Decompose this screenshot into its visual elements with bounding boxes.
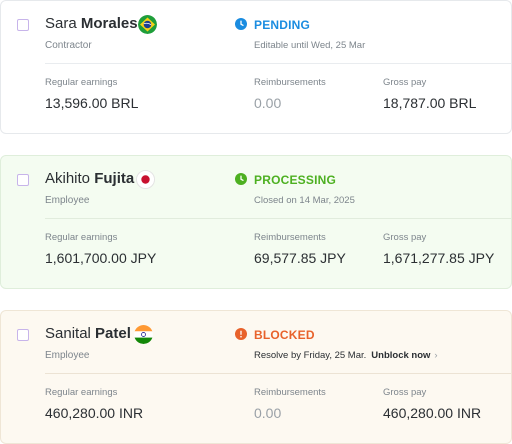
employee-role: Employee	[45, 350, 90, 361]
unblock-now-link[interactable]: Unblock now	[371, 350, 430, 361]
status-detail: Editable until Wed, 25 Mar	[254, 40, 366, 51]
regular-earnings-value: 13,596.00 BRL	[45, 95, 139, 111]
payroll-card: Akihito Fujita Employee PROCESSING Close…	[0, 155, 512, 289]
status-badge: PROCESSING	[254, 173, 337, 187]
divider	[45, 63, 511, 64]
clock-icon	[235, 18, 247, 30]
employee-name: Akihito Fujita	[45, 170, 135, 187]
gross-pay-value: 18,787.00 BRL	[383, 95, 477, 111]
brazil-flag-icon	[138, 15, 157, 34]
employee-name: Sanital Patel	[45, 325, 131, 342]
clock-icon	[235, 173, 247, 185]
india-flag-icon	[134, 325, 153, 344]
gross-pay-label: Gross pay	[383, 232, 427, 243]
alert-icon	[235, 328, 247, 340]
employee-role: Contractor	[45, 40, 92, 51]
regular-earnings-label: Regular earnings	[45, 387, 118, 398]
reimbursements-label: Reimbursements	[254, 232, 326, 243]
select-checkbox[interactable]	[17, 329, 29, 341]
gross-pay-label: Gross pay	[383, 387, 427, 398]
status-badge: PENDING	[254, 18, 311, 32]
reimbursements-label: Reimbursements	[254, 77, 326, 88]
reimbursements-value: 0.00	[254, 95, 282, 111]
regular-earnings-value: 1,601,700.00 JPY	[45, 250, 157, 266]
reimbursements-label: Reimbursements	[254, 387, 326, 398]
reimbursements-value: 0.00	[254, 405, 282, 421]
payroll-card: Sara Morales Contractor PENDING Editable…	[0, 0, 512, 134]
gross-pay-value: 1,671,277.85 JPY	[383, 250, 495, 266]
divider	[45, 373, 511, 374]
employee-role: Employee	[45, 195, 90, 206]
regular-earnings-label: Regular earnings	[45, 232, 118, 243]
gross-pay-label: Gross pay	[383, 77, 427, 88]
regular-earnings-label: Regular earnings	[45, 77, 118, 88]
gross-pay-value: 460,280.00 INR	[383, 405, 482, 421]
status-detail: Closed on 14 Mar, 2025	[254, 195, 355, 206]
employee-name: Sara Morales	[45, 15, 138, 32]
status-badge: BLOCKED	[254, 328, 315, 342]
reimbursements-value: 69,577.85 JPY	[254, 250, 346, 266]
japan-flag-icon	[136, 170, 155, 189]
select-checkbox[interactable]	[17, 19, 29, 31]
regular-earnings-value: 460,280.00 INR	[45, 405, 144, 421]
divider	[45, 218, 511, 219]
payroll-card: Sanital Patel Employee BLOCKED Resolve b…	[0, 310, 512, 444]
status-detail: Resolve by Friday, 25 Mar. Unblock now ›	[254, 350, 438, 361]
select-checkbox[interactable]	[17, 174, 29, 186]
chevron-right-icon: ›	[434, 350, 438, 361]
